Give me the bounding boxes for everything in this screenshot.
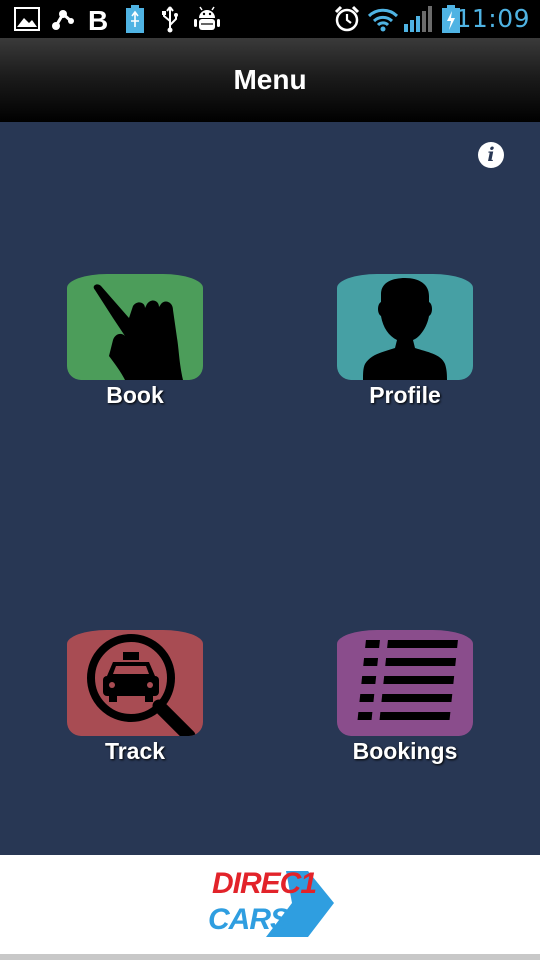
logo-line2: CARS [208,903,290,936]
footer-banner: DIREC1 CARS [0,855,540,960]
list-icon [337,630,473,736]
page-title: Menu [233,64,307,95]
bookings-label: Bookings [352,738,458,764]
android-debug-icon [193,5,221,33]
signal-icon [403,5,433,33]
direct-cars-logo[interactable]: DIREC1 CARS [206,867,336,941]
title-bar: Menu [0,38,540,122]
book-label: Book [106,382,164,408]
wifi-icon [367,5,399,33]
clock-time: 11:09 [455,4,530,33]
taxi-magnifier-icon [67,630,203,736]
gallery-icon [14,5,40,33]
profile-tile[interactable]: Profile [330,274,480,419]
hand-pointing-icon [67,274,203,380]
info-icon[interactable]: i [478,142,504,168]
profile-label: Profile [369,382,441,408]
alarm-icon [333,5,361,33]
share-icon [50,5,76,33]
track-label: Track [104,738,166,764]
menu-area: i Book Profile Track Bookings [0,122,540,855]
usb-battery-icon [124,5,146,33]
logo-line1: DIREC1 [212,867,317,900]
bold-b-icon: B [86,5,112,33]
svg-text:B: B [88,5,108,33]
usb-icon [160,5,180,33]
bookings-tile[interactable]: Bookings [330,630,480,775]
book-tile[interactable]: Book [60,274,210,419]
track-tile[interactable]: Track [60,630,210,775]
status-bar: B 11:09 [0,0,540,38]
person-silhouette-icon [337,274,473,380]
